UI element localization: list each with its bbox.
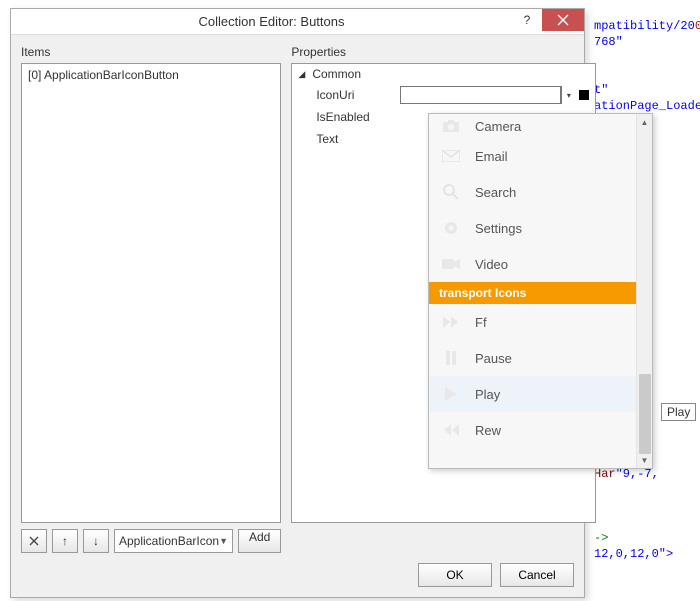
tooltip: Play — [661, 403, 696, 421]
window-buttons: ? — [512, 9, 584, 35]
move-down-button[interactable]: ↓ — [83, 529, 109, 553]
dropdown-category-transport: transport Icons — [429, 282, 636, 304]
dropdown-item-email[interactable]: Email — [429, 138, 636, 174]
dropdown-item-label: Camera — [475, 119, 521, 134]
play-icon — [441, 384, 461, 404]
dropdown-item-label: Settings — [475, 221, 522, 236]
dropdown-item-settings[interactable]: Settings — [429, 210, 636, 246]
collapse-icon: ◢ — [298, 69, 308, 80]
pause-icon — [441, 348, 461, 368]
dialog-footer: OK Cancel — [11, 553, 584, 597]
spacer — [291, 523, 596, 553]
list-item[interactable]: [0] ApplicationBarIconButton — [24, 66, 278, 84]
iconuri-input[interactable] — [400, 86, 561, 104]
dropdown-item-label: Rew — [475, 423, 501, 438]
property-name: IsEnabled — [292, 110, 400, 124]
settings-icon — [441, 218, 461, 238]
title-text: Collection Editor: Buttons — [19, 14, 584, 29]
delete-button[interactable] — [21, 529, 47, 553]
items-actions: ↑ ↓ ApplicationBarIcon ▼ Add — [21, 529, 281, 553]
dropdown-item-rew[interactable]: Rew — [429, 412, 636, 448]
ff-icon — [441, 312, 461, 332]
dropdown-category-label: transport Icons — [439, 286, 526, 300]
category-label: Common — [312, 67, 361, 81]
move-up-button[interactable]: ↑ — [52, 529, 78, 553]
items-panel: Items [0] ApplicationBarIconButton ↑ ↓ A… — [21, 45, 281, 553]
items-list[interactable]: [0] ApplicationBarIconButton — [21, 63, 281, 523]
email-icon — [441, 146, 461, 166]
property-row-iconuri: IconUri ▾ — [292, 84, 595, 106]
scroll-down-button[interactable]: ▼ — [637, 452, 652, 468]
dropdown-item-pause[interactable]: Pause — [429, 340, 636, 376]
scroll-thumb[interactable] — [639, 374, 651, 454]
popup-scrollbar[interactable]: ▲ ▼ — [636, 114, 652, 468]
dropdown-item-ff[interactable]: Ff — [429, 304, 636, 340]
items-label: Items — [21, 45, 281, 59]
chevron-down-icon: ▼ — [219, 536, 228, 546]
search-icon — [441, 182, 461, 202]
property-name: Text — [292, 132, 400, 146]
cancel-button[interactable]: Cancel — [500, 563, 574, 587]
dropdown-item-label: Video — [475, 257, 508, 272]
properties-label: Properties — [291, 45, 596, 59]
delete-icon — [29, 536, 39, 546]
property-name: IconUri — [292, 88, 400, 102]
dropdown-item-label: Search — [475, 185, 516, 200]
type-dropdown[interactable]: ApplicationBarIcon ▼ — [114, 529, 233, 553]
dropdown-item-camera[interactable]: Camera — [429, 114, 636, 138]
title-bar[interactable]: Collection Editor: Buttons ? — [11, 9, 584, 35]
property-value: ▾ — [400, 86, 595, 104]
iconuri-dropdown-button[interactable]: ▾ — [561, 86, 575, 104]
dropdown-item-label: Email — [475, 149, 508, 164]
dropdown-item-video[interactable]: Video — [429, 246, 636, 282]
help-button[interactable]: ? — [512, 9, 542, 31]
dropdown-item-label: Ff — [475, 315, 487, 330]
close-icon — [557, 14, 569, 26]
camera-icon — [441, 116, 461, 136]
ok-button[interactable]: OK — [418, 563, 492, 587]
arrow-down-icon: ↓ — [93, 534, 99, 548]
close-button[interactable] — [542, 9, 584, 31]
popup-list[interactable]: Camera Email Search Settings Video — [429, 114, 636, 468]
rew-icon — [441, 420, 461, 440]
property-marker[interactable] — [579, 90, 589, 100]
dropdown-item-search[interactable]: Search — [429, 174, 636, 210]
type-dropdown-value: ApplicationBarIcon — [119, 534, 219, 548]
category-common[interactable]: ◢ Common — [292, 64, 595, 84]
iconuri-dropdown-popup: Camera Email Search Settings Video — [428, 113, 653, 469]
arrow-up-icon: ↑ — [62, 534, 68, 548]
video-icon — [441, 254, 461, 274]
dropdown-item-play[interactable]: Play — [429, 376, 636, 412]
dropdown-item-label: Play — [475, 387, 500, 402]
add-button[interactable]: Add — [238, 529, 281, 553]
scroll-up-button[interactable]: ▲ — [637, 114, 652, 130]
dropdown-item-label: Pause — [475, 351, 512, 366]
